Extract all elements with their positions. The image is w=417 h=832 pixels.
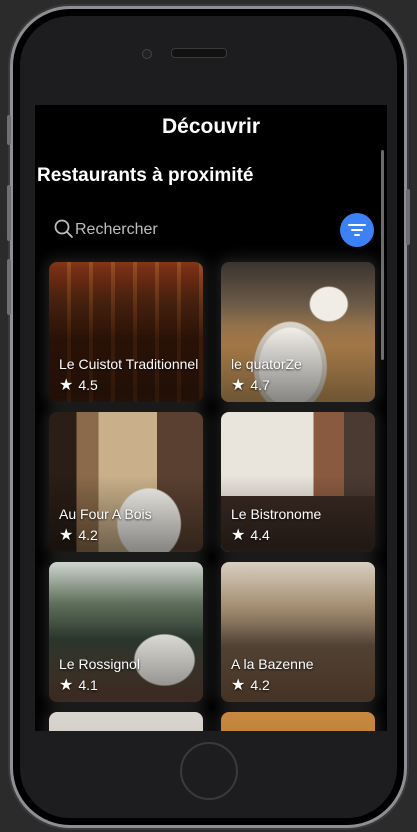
rating-value: 4.7 (250, 377, 270, 393)
restaurant-name: Le Rossignol (59, 656, 140, 672)
search-bar (53, 213, 375, 247)
restaurant-card[interactable]: Au Four A Bois ★ 4.2 (49, 412, 203, 552)
power-button (406, 189, 410, 245)
filter-icon (348, 224, 366, 236)
scrollbar[interactable] (381, 150, 384, 360)
restaurant-rating: ★ 4.1 (59, 675, 98, 695)
restaurant-card[interactable]: le quatorZe ★ 4.7 (221, 262, 375, 402)
rating-value: 4.1 (78, 677, 98, 693)
restaurant-name: A la Bazenne (231, 656, 314, 672)
page-title: Découvrir (161, 115, 261, 138)
search-input[interactable] (75, 218, 315, 242)
home-button[interactable] (180, 742, 238, 800)
search-icon (54, 219, 73, 238)
restaurant-rating: ★ 4.5 (59, 375, 98, 395)
star-icon: ★ (231, 377, 246, 394)
volume-down-button (7, 259, 11, 315)
restaurant-card[interactable]: A la Bazenne ★ 4.2 (221, 562, 375, 702)
front-camera (142, 49, 152, 59)
app-screen: Découvrir Restaurants à proximité Le Cui… (35, 105, 387, 731)
restaurant-card[interactable]: Le Rossignol ★ 4.1 (49, 562, 203, 702)
restaurant-photo (221, 712, 375, 731)
rating-value: 4.5 (78, 377, 98, 393)
star-icon: ★ (231, 527, 246, 544)
restaurant-name: Le Bistronome (231, 506, 322, 522)
restaurant-rating: ★ 4.7 (231, 375, 270, 395)
restaurant-rating: ★ 4.2 (231, 675, 270, 695)
restaurant-card[interactable]: Le Bistronome ★ 4.4 (221, 412, 375, 552)
restaurant-card[interactable] (221, 712, 375, 731)
rating-value: 4.4 (250, 527, 270, 543)
restaurant-photo (49, 712, 203, 731)
restaurant-card[interactable]: Le Cuistot Traditionnel ★ 4.5 (49, 262, 203, 402)
restaurant-card[interactable] (49, 712, 203, 731)
restaurant-rating: ★ 4.4 (231, 525, 270, 545)
restaurant-name: Au Four A Bois (59, 506, 152, 522)
section-title: Restaurants à proximité (37, 165, 254, 186)
rating-value: 4.2 (78, 527, 98, 543)
restaurant-rating: ★ 4.2 (59, 525, 98, 545)
star-icon: ★ (231, 677, 246, 694)
rating-value: 4.2 (250, 677, 270, 693)
star-icon: ★ (59, 527, 74, 544)
mute-switch (7, 115, 11, 145)
filter-button[interactable] (340, 213, 374, 247)
star-icon: ★ (59, 377, 74, 394)
volume-up-button (7, 185, 11, 241)
restaurant-name: Le Cuistot Traditionnel (59, 356, 199, 372)
earpiece-speaker (171, 48, 227, 58)
star-icon: ★ (59, 677, 74, 694)
restaurant-name: le quatorZe (231, 356, 302, 372)
